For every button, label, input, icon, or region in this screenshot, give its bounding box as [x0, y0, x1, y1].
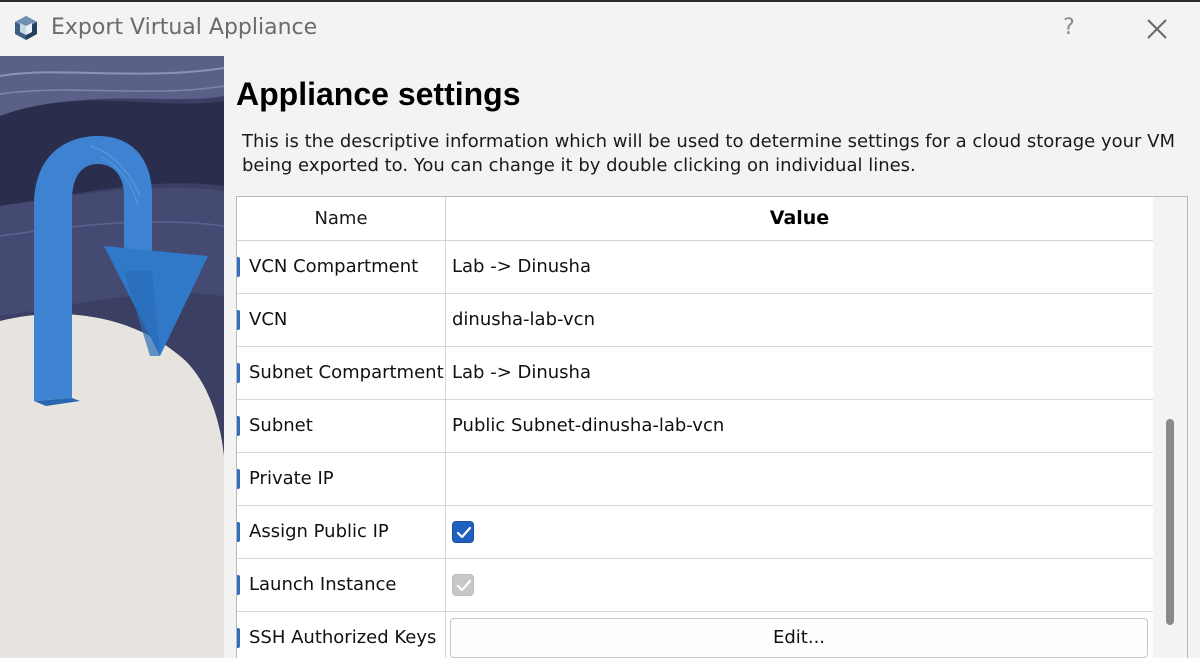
- row-value[interactable]: dinusha-lab-vcn: [446, 294, 1153, 346]
- table-row-vcn-compartment[interactable]: VCN Compartment Lab -> Dinusha: [237, 241, 1153, 294]
- launch-instance-checkbox: [452, 574, 474, 596]
- private-ip-value[interactable]: [446, 453, 1153, 505]
- assign-public-ip-checkbox[interactable]: [452, 521, 474, 543]
- table-rows: VCN Compartment Lab -> Dinusha VCN dinus…: [237, 241, 1153, 658]
- row-name: Assign Public IP: [237, 506, 446, 558]
- column-header-name[interactable]: Name: [237, 197, 446, 240]
- row-name: SSH Authorized Keys: [237, 612, 446, 658]
- checkmark-icon: [456, 579, 472, 592]
- help-button[interactable]: ?: [1054, 12, 1084, 44]
- table-row-vcn[interactable]: VCN dinusha-lab-vcn: [237, 294, 1153, 347]
- wizard-content: Appliance settings This is the descripti…: [224, 56, 1200, 658]
- row-value: Edit...: [446, 612, 1153, 658]
- column-header-value[interactable]: Value: [446, 197, 1153, 240]
- row-name: Private IP: [237, 453, 446, 505]
- row-value[interactable]: Lab -> Dinusha: [446, 241, 1153, 293]
- window-title: Export Virtual Appliance: [51, 15, 318, 40]
- edit-ssh-keys-button[interactable]: Edit...: [450, 618, 1148, 658]
- row-value: [446, 506, 1153, 558]
- close-button[interactable]: [1140, 12, 1174, 46]
- scrollbar-thumb[interactable]: [1166, 419, 1174, 625]
- table-header: Name Value: [237, 197, 1153, 241]
- row-value[interactable]: Public Subnet-dinusha-lab-vcn: [446, 400, 1153, 452]
- row-name: Subnet Compartment: [237, 347, 446, 399]
- table-row-subnet-compartment[interactable]: Subnet Compartment Lab -> Dinusha: [237, 347, 1153, 400]
- table-row-ssh-authorized-keys[interactable]: SSH Authorized Keys Edit...: [237, 612, 1153, 658]
- row-name: Subnet: [237, 400, 446, 452]
- table-row-launch-instance[interactable]: Launch Instance: [237, 559, 1153, 612]
- table-row-assign-public-ip[interactable]: Assign Public IP: [237, 506, 1153, 559]
- row-name: VCN Compartment: [237, 241, 446, 293]
- appliance-settings-table[interactable]: Name Value VCN Compartment Lab -> Dinush…: [236, 196, 1188, 658]
- row-value[interactable]: Lab -> Dinusha: [446, 347, 1153, 399]
- close-icon: [1147, 19, 1167, 39]
- table-row-subnet[interactable]: Subnet Public Subnet-dinusha-lab-vcn: [237, 400, 1153, 453]
- row-name: VCN: [237, 294, 446, 346]
- vertical-scrollbar[interactable]: [1153, 197, 1187, 658]
- row-value: [446, 559, 1153, 611]
- table-row-private-ip[interactable]: Private IP: [237, 453, 1153, 506]
- checkmark-icon: [456, 526, 472, 539]
- title-bar: Export Virtual Appliance ?: [0, 0, 1200, 56]
- export-arrow-illustration: [0, 56, 224, 658]
- page-description: This is the descriptive information whic…: [242, 131, 1175, 176]
- row-name: Launch Instance: [237, 559, 446, 611]
- page-title: Appliance settings: [236, 76, 521, 112]
- virtualbox-cube-icon: [15, 16, 37, 40]
- wizard-side-artwork: [0, 56, 224, 658]
- export-virtual-appliance-window: Export Virtual Appliance ? Appliance set…: [0, 0, 1200, 658]
